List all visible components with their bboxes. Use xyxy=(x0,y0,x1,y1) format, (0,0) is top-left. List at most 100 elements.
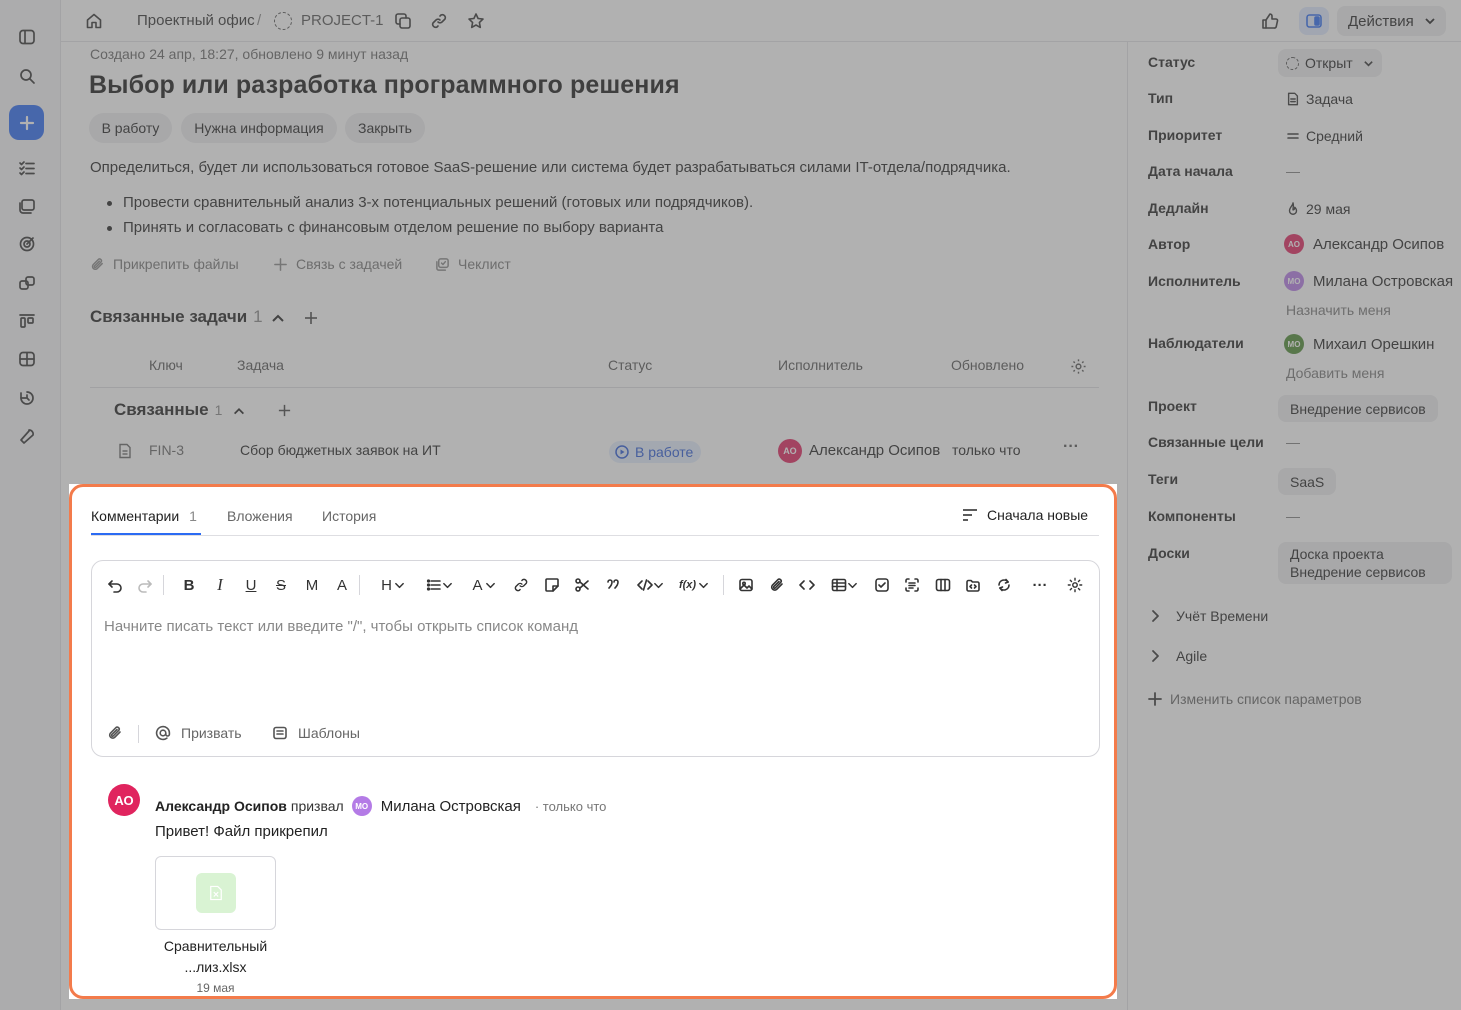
target-icon[interactable] xyxy=(9,226,44,261)
more-icon[interactable]: ··· xyxy=(1029,574,1051,596)
row-task[interactable]: Сбор бюджетных заявок на ИТ xyxy=(240,442,441,458)
underline-button[interactable]: U xyxy=(240,574,262,596)
deadline-value[interactable]: 29 мая xyxy=(1286,201,1350,217)
columns-icon[interactable] xyxy=(932,574,954,596)
row-key[interactable]: FIN-3 xyxy=(149,442,184,458)
add-related-icon[interactable] xyxy=(303,310,319,326)
type-value[interactable]: Задача xyxy=(1286,91,1353,107)
breadcrumb-issue-key[interactable]: PROJECT-1 xyxy=(301,12,384,29)
column-updated[interactable]: Обновлено xyxy=(951,357,1024,373)
templates-button[interactable]: Шаблоны xyxy=(272,725,360,741)
create-button[interactable] xyxy=(9,105,44,140)
tab-attachments[interactable]: Вложения xyxy=(227,508,293,524)
comment-input[interactable]: Начните писать текст или введите "/", чт… xyxy=(104,618,578,635)
board-icon[interactable] xyxy=(9,303,44,338)
project-chip[interactable]: Внедрение сервисов xyxy=(1278,395,1438,422)
column-assignee[interactable]: Исполнитель xyxy=(778,357,863,373)
issue-title[interactable]: Выбор или разработка программного решени… xyxy=(89,71,680,100)
mention-button[interactable]: Призвать xyxy=(155,725,242,741)
need-info-button[interactable]: Нужна информация xyxy=(181,113,337,143)
gear-icon[interactable] xyxy=(1070,358,1087,375)
to-work-button[interactable]: В работу xyxy=(89,113,172,143)
add-me-link[interactable]: Добавить меня xyxy=(1286,365,1385,381)
formula-dropdown[interactable]: f(x) xyxy=(676,574,712,596)
time-tracking-expander[interactable]: Учёт Времени xyxy=(1148,608,1268,624)
text-size-button[interactable]: A xyxy=(331,574,353,596)
embed-icon[interactable] xyxy=(962,574,984,596)
italic-button[interactable]: I xyxy=(209,574,231,596)
attach-files-button[interactable]: Прикрепить файлы xyxy=(90,256,239,272)
board-chip[interactable]: Доска проекта Внедрение сервисов xyxy=(1278,542,1452,584)
text-color-dropdown[interactable]: A xyxy=(468,574,500,596)
link-task-button[interactable]: Связь с задачей xyxy=(273,256,402,272)
attachment-name[interactable]: Сравнительный xyxy=(155,938,276,954)
issue-description[interactable]: Определиться, будет ли использоваться го… xyxy=(90,159,1011,176)
link-icon[interactable] xyxy=(510,574,532,596)
edit-params-button[interactable]: Изменить список параметров xyxy=(1148,691,1362,707)
column-task[interactable]: Задача xyxy=(237,357,284,373)
cut-text-icon[interactable] xyxy=(901,574,923,596)
sidebar-toggle-icon[interactable] xyxy=(1299,7,1329,35)
column-key[interactable]: Ключ xyxy=(149,357,183,373)
quote-icon[interactable] xyxy=(602,574,624,596)
tab-comments[interactable]: Комментарии 1 xyxy=(91,508,197,524)
column-status[interactable]: Статус xyxy=(608,357,652,373)
shapes-icon[interactable] xyxy=(9,265,44,300)
author-value[interactable]: АО Александр Осипов xyxy=(1284,234,1444,254)
inline-code-icon[interactable] xyxy=(796,574,818,596)
wrench-icon[interactable] xyxy=(9,418,44,453)
gear-icon[interactable] xyxy=(1064,574,1086,596)
table-dropdown[interactable] xyxy=(827,574,861,596)
copy-icon[interactable] xyxy=(394,12,412,30)
priority-value[interactable]: Средний xyxy=(1286,128,1363,144)
stack-icon[interactable] xyxy=(9,188,44,223)
more-icon[interactable]: ··· xyxy=(1063,438,1079,456)
attachment-name-ellipsis[interactable]: ...лиз.xlsx xyxy=(155,959,276,975)
comment-editor[interactable]: B I U S M A H A f(x) ··· Начните писать … xyxy=(91,560,1100,757)
row-assignee[interactable]: Александр Осипов xyxy=(809,442,940,459)
chevron-up-icon[interactable] xyxy=(270,310,286,326)
link-icon[interactable] xyxy=(430,12,448,30)
comment-author[interactable]: Александр Осипов xyxy=(155,798,287,814)
panel-toggle-icon[interactable] xyxy=(9,19,44,54)
redo-icon[interactable] xyxy=(134,574,156,596)
close-button[interactable]: Закрыть xyxy=(345,113,425,143)
image-icon[interactable] xyxy=(735,574,757,596)
avatar[interactable]: АО xyxy=(108,784,140,816)
actions-dropdown[interactable]: Действия xyxy=(1337,6,1446,36)
code-block-dropdown[interactable] xyxy=(633,574,667,596)
watcher-value[interactable]: МО Михаил Орешкин xyxy=(1284,334,1434,354)
mention-user[interactable]: Милана Островская xyxy=(381,798,521,815)
diagram-icon[interactable] xyxy=(993,574,1015,596)
like-icon[interactable] xyxy=(1259,10,1281,32)
add-related-icon[interactable] xyxy=(277,403,292,418)
undo-icon[interactable] xyxy=(104,574,126,596)
assign-me-link[interactable]: Назначить меня xyxy=(1286,302,1391,318)
components-value[interactable]: — xyxy=(1286,508,1300,524)
assignee-value[interactable]: МО Милана Островская xyxy=(1284,271,1453,291)
attachment-card[interactable] xyxy=(155,856,276,930)
attach-button[interactable] xyxy=(107,725,133,741)
star-icon[interactable] xyxy=(467,12,485,30)
status-dropdown[interactable]: Открыт xyxy=(1278,49,1382,77)
history-icon[interactable] xyxy=(9,380,44,415)
monospace-button[interactable]: M xyxy=(301,574,323,596)
list-dropdown[interactable] xyxy=(422,574,456,596)
tasks-icon[interactable] xyxy=(9,150,44,185)
home-icon[interactable] xyxy=(81,9,107,33)
checkbox-icon[interactable] xyxy=(871,574,893,596)
checklist-button[interactable]: Чеклист xyxy=(435,256,511,272)
agile-expander[interactable]: Agile xyxy=(1148,648,1207,664)
tab-history[interactable]: История xyxy=(322,508,376,524)
sort-button[interactable]: Сначала новые xyxy=(962,507,1088,523)
start-date-value[interactable]: — xyxy=(1286,163,1300,179)
search-icon[interactable] xyxy=(9,58,44,93)
heading-dropdown[interactable]: H xyxy=(377,574,409,596)
bold-button[interactable]: B xyxy=(178,574,200,596)
status-badge[interactable]: В работе xyxy=(609,441,702,463)
paperclip-icon[interactable] xyxy=(766,574,788,596)
strikethrough-button[interactable]: S xyxy=(270,574,292,596)
grid-icon[interactable] xyxy=(9,341,44,376)
goals-value[interactable]: — xyxy=(1286,434,1300,450)
breadcrumb-project-office[interactable]: Проектный офис xyxy=(137,12,255,29)
